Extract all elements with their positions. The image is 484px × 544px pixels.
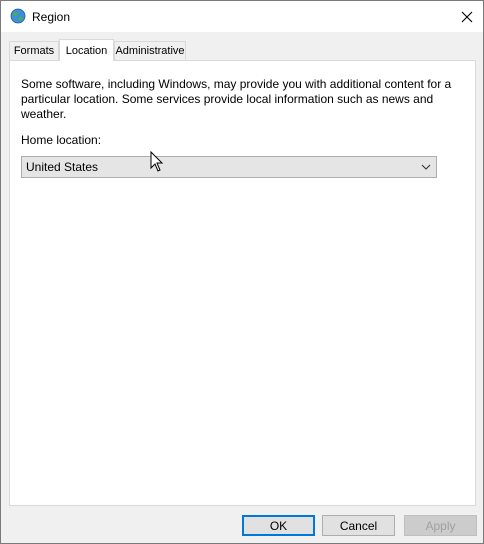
title-bar: Region — [1, 1, 483, 32]
region-dialog: Region Formats Location Administrative S… — [0, 0, 484, 544]
globe-icon — [10, 8, 26, 24]
home-location-value: United States — [26, 160, 99, 174]
mouse-pointer-icon — [150, 151, 164, 172]
tab-formats[interactable]: Formats — [9, 41, 59, 60]
ok-button[interactable]: OK — [242, 515, 315, 536]
home-location-label: Home location: — [21, 133, 102, 147]
tab-administrative[interactable]: Administrative — [114, 41, 186, 60]
close-button[interactable] — [451, 1, 483, 32]
window-title: Region — [32, 10, 71, 24]
cancel-button[interactable]: Cancel — [322, 515, 395, 536]
location-panel: Some software, including Windows, may pr… — [9, 60, 476, 506]
close-icon — [461, 11, 473, 22]
tab-location[interactable]: Location — [59, 39, 114, 61]
chevron-down-icon — [421, 164, 431, 170]
home-location-dropdown[interactable]: United States — [21, 156, 437, 178]
apply-button[interactable]: Apply — [404, 515, 477, 536]
location-description: Some software, including Windows, may pr… — [21, 77, 452, 121]
